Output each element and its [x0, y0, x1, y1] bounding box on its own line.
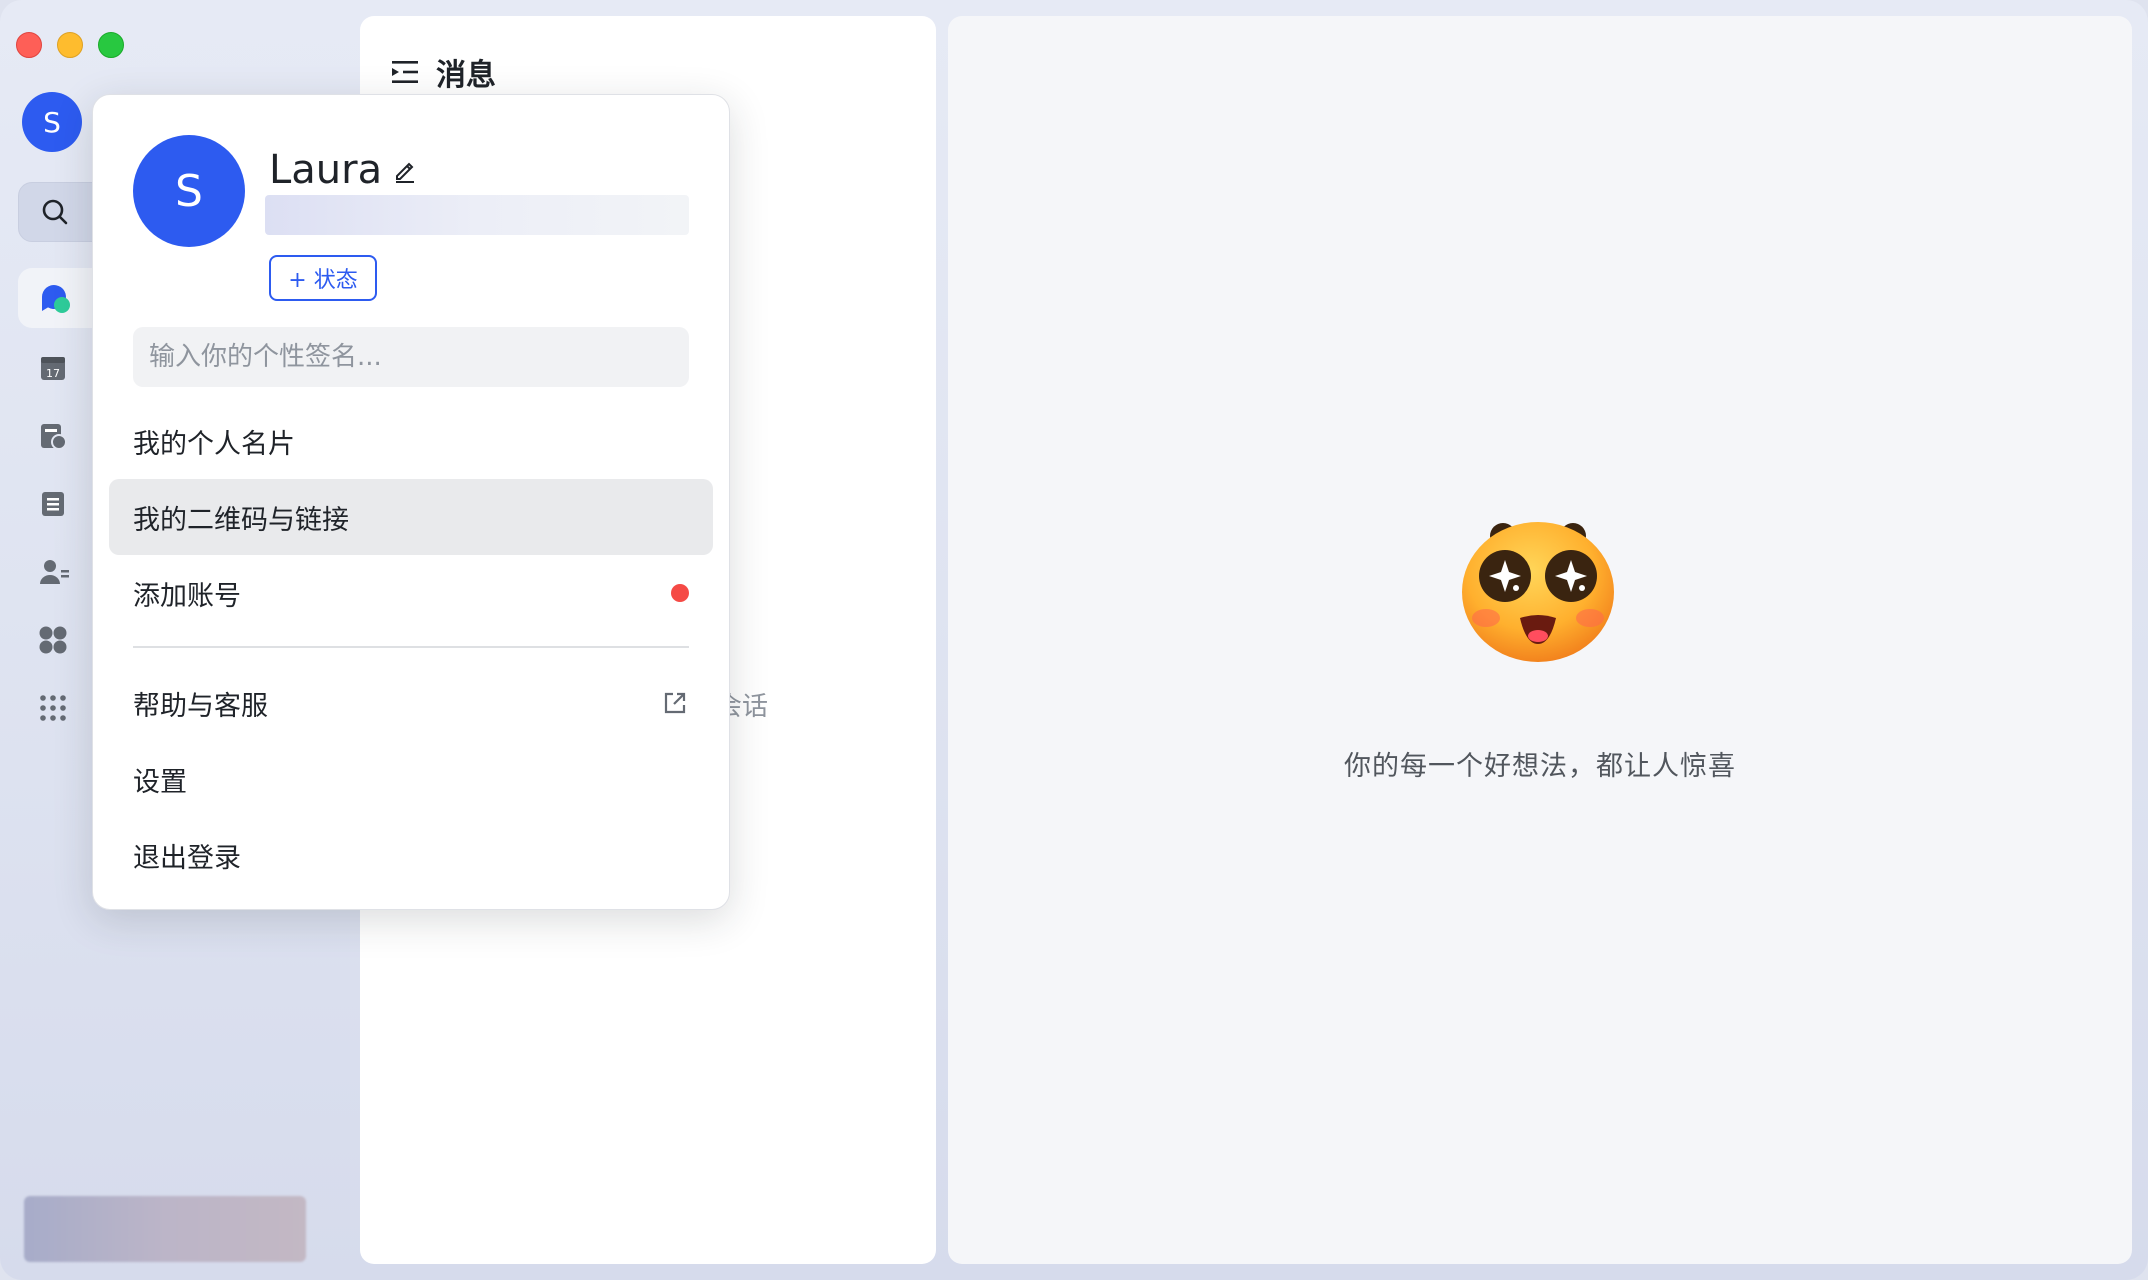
menu-item-logout[interactable]: 退出登录 — [109, 817, 713, 893]
notification-dot — [671, 584, 689, 602]
menu-item-label: 我的二维码与链接 — [133, 504, 349, 536]
signature-input[interactable] — [133, 327, 689, 387]
starry-eyes-emoji-icon — [1462, 522, 1614, 662]
menu-item-label: 退出登录 — [133, 842, 241, 874]
sidebar-avatar[interactable]: S — [22, 92, 82, 152]
add-status-button[interactable]: + 状态 — [269, 255, 377, 301]
menu-item-add-account[interactable]: 添加账号 — [109, 555, 713, 631]
list-title: 消息 — [436, 58, 496, 93]
zoom-window-button[interactable] — [98, 32, 124, 58]
menu-item-qrcode-link[interactable]: 我的二维码与链接 — [109, 479, 713, 555]
expand-sidebar-icon[interactable] — [390, 58, 420, 86]
tasks-icon — [42, 492, 64, 516]
main-caption: 你的每一个好想法，都让人惊喜 — [1344, 751, 1736, 782]
sidebar-avatar-letter: S — [43, 105, 61, 139]
menu-item-label: 帮助与客服 — [133, 690, 268, 722]
workplace-icon — [39, 626, 67, 654]
search-icon — [42, 199, 68, 225]
profile-name-row: Laura — [269, 147, 418, 193]
profile-avatar[interactable]: S — [133, 135, 245, 247]
list-header: 消息 — [390, 50, 496, 94]
contacts-icon — [40, 560, 69, 584]
menu-item-label: 设置 — [133, 766, 187, 798]
external-link-icon — [664, 692, 686, 714]
menu-item-label: 添加账号 — [133, 580, 241, 612]
edit-pencil-icon[interactable] — [392, 157, 418, 183]
close-window-button[interactable] — [16, 32, 42, 58]
messages-icon — [42, 285, 70, 313]
minimize-window-button[interactable] — [57, 32, 83, 58]
menu-item-help-support[interactable]: 帮助与客服 — [109, 665, 713, 741]
docs-icon — [41, 424, 67, 450]
calendar-icon: 17 — [41, 357, 65, 380]
add-status-label: + 状态 — [288, 268, 358, 293]
more-apps-icon — [40, 695, 66, 721]
menu-item-settings[interactable]: 设置 — [109, 741, 713, 817]
sidebar-bottom-banner — [24, 1196, 306, 1262]
menu-item-label: 我的个人名片 — [133, 428, 295, 460]
app-window: S 17 消息 会话 你的每一个好想法，都让人惊喜 S Laura + 状态 输… — [0, 0, 2148, 1280]
menu-item-business-card[interactable]: 我的个人名片 — [109, 403, 713, 479]
profile-name: Laura — [269, 147, 383, 193]
profile-subtitle-blurred — [265, 195, 689, 235]
menu-divider — [133, 646, 689, 648]
profile-popup-menu: S Laura + 状态 我的个人名片 我的二维码与链接 添加账号 帮助与客服 — [92, 94, 730, 910]
calendar-day: 17 — [46, 367, 60, 380]
profile-avatar-letter: S — [175, 165, 203, 217]
main-content-panel: 你的每一个好想法，都让人惊喜 — [948, 16, 2132, 1264]
